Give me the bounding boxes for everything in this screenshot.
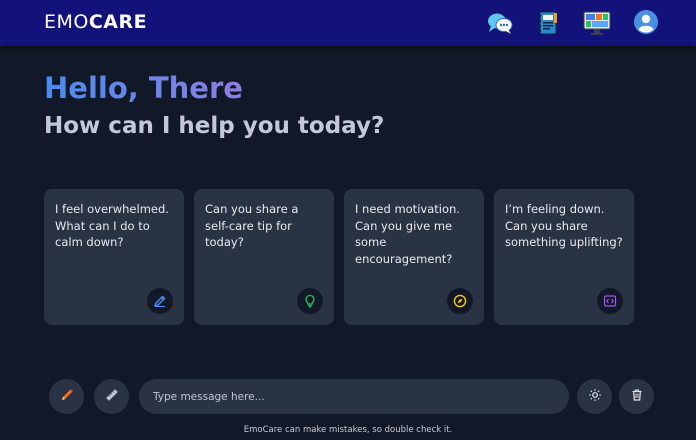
logo-text-emo: EMO bbox=[44, 11, 89, 33]
suggestion-card[interactable]: Can you share a self-care tip for today? bbox=[194, 189, 334, 325]
ruler-icon bbox=[104, 387, 120, 407]
message-input[interactable] bbox=[139, 379, 569, 414]
monitor-dashboard-icon[interactable] bbox=[582, 9, 611, 37]
app-logo[interactable]: EMOCARE bbox=[44, 11, 147, 33]
user-profile-icon[interactable] bbox=[633, 9, 661, 37]
suggestion-card[interactable]: I need motivation. Can you give me some … bbox=[344, 189, 484, 325]
suggestion-text: I need motivation. Can you give me some … bbox=[355, 202, 460, 266]
suggestion-card[interactable]: I’m feeling down. Can you share somethin… bbox=[494, 189, 634, 325]
sun-theme-icon bbox=[588, 387, 602, 406]
logo-text-care: CARE bbox=[88, 11, 148, 33]
compass-icon bbox=[447, 288, 473, 314]
help-subtitle: How can I help you today? bbox=[44, 113, 385, 139]
suggestion-text: I feel overwhelmed. What can I do to cal… bbox=[55, 202, 169, 249]
theme-toggle-button[interactable] bbox=[577, 379, 612, 414]
ruler-button[interactable] bbox=[94, 379, 129, 414]
delete-chat-button[interactable] bbox=[619, 379, 654, 414]
suggestion-text: Can you share a self-care tip for today? bbox=[205, 202, 299, 249]
chat-bubbles-icon[interactable] bbox=[486, 9, 514, 37]
pencil-button[interactable] bbox=[49, 379, 84, 414]
suggestion-text: I’m feeling down. Can you share somethin… bbox=[505, 202, 623, 249]
pencil-icon bbox=[59, 387, 75, 407]
pencil-edit-icon bbox=[147, 288, 173, 314]
code-icon bbox=[597, 288, 623, 314]
lightbulb-icon bbox=[297, 288, 323, 314]
disclaimer-text: EmoCare can make mistakes, so double che… bbox=[243, 425, 453, 435]
greeting-title: Hello, There bbox=[44, 71, 243, 105]
journal-notebook-icon[interactable] bbox=[534, 9, 562, 37]
top-navbar: EMOCARE bbox=[0, 0, 696, 46]
trash-icon bbox=[630, 387, 644, 406]
suggestion-card[interactable]: I feel overwhelmed. What can I do to cal… bbox=[44, 189, 184, 325]
